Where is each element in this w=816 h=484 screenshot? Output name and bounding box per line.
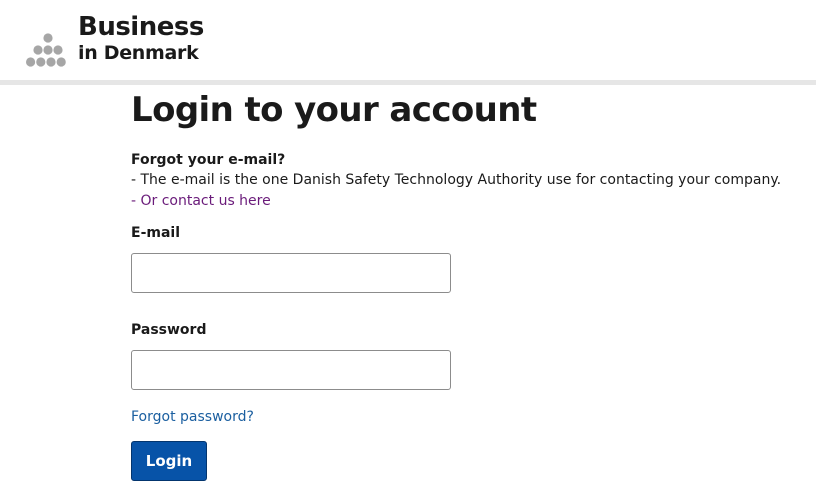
email-label: E-mail [131, 225, 181, 241]
site-header: Business in Denmark [0, 0, 816, 81]
login-form-section: Login to your account Forgot your e-mail… [131, 88, 801, 481]
email-info-text: - The e-mail is the one Danish Safety Te… [131, 172, 782, 188]
page-title: Login to your account [131, 90, 537, 130]
contact-us-link[interactable]: - Or contact us here [131, 193, 271, 209]
logo-line-business: Business [78, 12, 204, 42]
password-label: Password [131, 322, 207, 338]
forgot-password-link[interactable]: Forgot password? [131, 407, 254, 427]
logo-line-in-denmark: in Denmark [78, 42, 199, 64]
login-button[interactable]: Login [131, 441, 207, 481]
dots-logo-icon [26, 33, 66, 67]
logo-wordmark: Business in Denmark [78, 14, 204, 63]
business-in-denmark-logo[interactable]: Business in Denmark [26, 14, 226, 74]
password-input[interactable] [131, 350, 451, 390]
forgot-email-heading: Forgot your e-mail? [131, 152, 286, 168]
email-input[interactable] [131, 253, 451, 293]
header-divider [0, 80, 816, 85]
